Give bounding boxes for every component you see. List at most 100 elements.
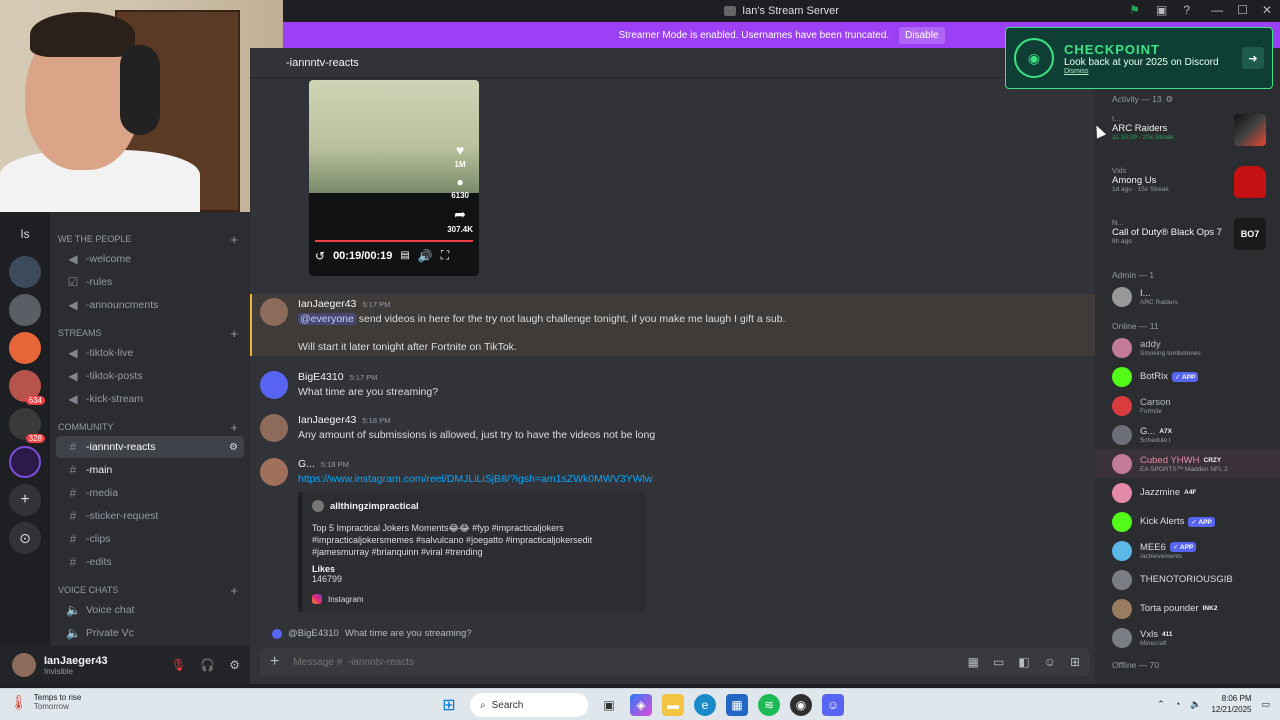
gear-icon[interactable]: ⚙: [1166, 94, 1174, 105]
edge-icon[interactable]: e: [694, 694, 716, 716]
sticker-icon[interactable]: ◧: [1018, 655, 1029, 669]
volume-icon[interactable]: 🔊: [418, 249, 433, 263]
help-icon[interactable]: ?: [1183, 3, 1190, 17]
headphones-icon[interactable]: 🎧: [200, 658, 215, 672]
reply-mention[interactable]: @BigE4310: [288, 628, 339, 639]
avatar[interactable]: [260, 371, 288, 399]
avatar[interactable]: [260, 298, 288, 326]
message-author[interactable]: IanJaeger43: [298, 414, 356, 426]
member-row[interactable]: I... ARC Raiders: [1095, 282, 1280, 311]
video-progress[interactable]: [315, 240, 473, 242]
message-author[interactable]: IanJaeger43: [298, 298, 356, 310]
member-row[interactable]: Vxls 411 Minecraft: [1095, 623, 1280, 652]
server-icon-2[interactable]: [9, 256, 41, 288]
message-author[interactable]: G...: [298, 458, 315, 470]
channel-tiktok-live[interactable]: ◀ -tiktok-live: [56, 342, 244, 364]
reply-preview[interactable]: @BigE4310 What time are you streaming?: [272, 628, 472, 639]
task-view-icon[interactable]: ▣: [598, 694, 620, 716]
category-community[interactable]: COMMUNITY +: [50, 418, 250, 436]
maximize-button[interactable]: ☐: [1237, 3, 1248, 17]
inbox-icon[interactable]: ▣: [1156, 3, 1167, 17]
server-icon-3[interactable]: [9, 294, 41, 326]
chevron-up-icon[interactable]: ⌃: [1157, 699, 1165, 710]
channel-announcments[interactable]: ◀ -announcments: [56, 294, 244, 316]
discord-taskbar-icon[interactable]: ☺: [822, 694, 844, 716]
copilot-icon[interactable]: ◈: [630, 694, 652, 716]
member-row[interactable]: G... A7X Schedule I: [1095, 420, 1280, 449]
member-row[interactable]: Torta pounder INK2: [1095, 594, 1280, 623]
category-streams[interactable]: STREAMS +: [50, 324, 250, 342]
apps-icon[interactable]: ⊞: [1070, 655, 1080, 669]
add-channel-icon[interactable]: +: [230, 583, 238, 598]
emoji-icon[interactable]: ☺: [1044, 655, 1056, 669]
category-voice-chats[interactable]: VOICE CHATS +: [50, 581, 250, 599]
wifi-icon[interactable]: ◔: [1175, 699, 1180, 709]
fullscreen-icon[interactable]: ⛶: [441, 248, 449, 263]
username[interactable]: IanJaeger43: [44, 655, 108, 667]
channel-tiktok-posts[interactable]: ◀ -tiktok-posts: [56, 365, 244, 387]
server-icon-4[interactable]: [9, 332, 41, 364]
add-channel-icon[interactable]: +: [230, 232, 238, 247]
member-row[interactable]: Kick Alerts ✓ APP: [1095, 507, 1280, 536]
obs-icon[interactable]: ◉: [790, 694, 812, 716]
gift-icon[interactable]: ▦: [968, 655, 979, 669]
member-row[interactable]: Jazzmine A4F: [1095, 478, 1280, 507]
everyone-mention[interactable]: @everyone: [298, 313, 356, 325]
member-row[interactable]: BotRix ✓ APP: [1095, 362, 1280, 391]
server-icon-7[interactable]: [9, 446, 41, 478]
member-row[interactable]: MEE6 ✓ APP/achievements: [1095, 536, 1280, 565]
avatar[interactable]: [12, 653, 36, 677]
start-icon[interactable]: ⊞: [438, 694, 460, 716]
channel-private-vc[interactable]: 🔈 Private Vc: [56, 622, 244, 644]
gif-icon[interactable]: ▭: [993, 655, 1004, 669]
channel-media[interactable]: # -media: [56, 482, 244, 504]
server-is[interactable]: Is: [9, 218, 41, 250]
channel-iannntv-reacts[interactable]: # -iannntv-reacts ⚙: [56, 436, 244, 458]
discover-icon[interactable]: ⊙: [9, 522, 41, 554]
member-row[interactable]: Cubed YHWH CRZY EA SPORTS™ Madden NFL 2: [1095, 449, 1280, 478]
file-explorer-icon[interactable]: ▬: [662, 694, 684, 716]
captions-icon[interactable]: ▤: [400, 250, 409, 261]
server-icon-5[interactable]: 634: [9, 370, 45, 405]
member-row[interactable]: Carson Fortnite: [1095, 391, 1280, 420]
add-channel-icon[interactable]: +: [230, 326, 238, 341]
notifications-icon[interactable]: ▭: [1261, 699, 1270, 710]
add-server-button[interactable]: +: [9, 484, 41, 516]
member-row[interactable]: THENOTORIOUSGIB: [1095, 565, 1280, 594]
embed-author[interactable]: allthingzimpractical: [330, 501, 419, 512]
disable-streamer-mode-button[interactable]: Disable: [899, 26, 945, 44]
channel-edits[interactable]: # -edits: [56, 551, 244, 573]
volume-icon[interactable]: 🔈: [1190, 699, 1201, 710]
server-icon-6[interactable]: 328: [9, 408, 45, 443]
add-channel-icon[interactable]: +: [230, 420, 238, 435]
activity-card[interactable]: I... ARC Raiders 11:10:29 · 20x Streak: [1095, 112, 1280, 164]
channel-voice-chat[interactable]: 🔈 Voice chat: [56, 599, 244, 621]
avatar[interactable]: [260, 414, 288, 442]
download-icon[interactable]: ⚑: [1129, 3, 1140, 17]
instagram-link[interactable]: https://www.instagram.com/reel/DMJLiLiSj…: [298, 473, 652, 485]
store-icon[interactable]: ▦: [726, 694, 748, 716]
minimize-button[interactable]: —: [1211, 3, 1223, 17]
checkpoint-popup[interactable]: ◉ CHECKPOINT Look back at your 2025 on D…: [1005, 27, 1273, 89]
channel-welcome[interactable]: ◀ -welcome: [56, 248, 244, 270]
channel-sticker-request[interactable]: # -sticker-request: [56, 505, 244, 527]
search-box[interactable]: ⌕ Search: [470, 693, 588, 717]
activity-card[interactable]: Vxls Among Us 1d ago · 15x Streak: [1095, 164, 1280, 216]
close-button[interactable]: ✕: [1262, 3, 1272, 17]
video-embed[interactable]: ♥ 1M ● 6130 ➦ 307.4K ↺ 00:19/00:19 ▤ 🔊 ⛶: [309, 80, 479, 276]
avatar[interactable]: [260, 458, 288, 486]
channel-kick-stream[interactable]: ◀ -kick-stream: [56, 388, 244, 410]
gear-icon[interactable]: ⚙: [229, 658, 240, 672]
spotify-icon[interactable]: ≋: [758, 694, 780, 716]
arrow-right-icon[interactable]: ➜: [1242, 47, 1264, 69]
activity-card[interactable]: N... Call of Duty® Black Ops 7 8h ago BO…: [1095, 216, 1280, 268]
channel-settings-icon[interactable]: ⚙: [229, 442, 238, 453]
message-input[interactable]: [293, 656, 954, 668]
member-row[interactable]: addy Smoking tombstones: [1095, 333, 1280, 362]
weather-widget[interactable]: 🌡 Temps to rise Tomorrow: [10, 693, 81, 711]
replay-icon[interactable]: ↺: [315, 249, 325, 263]
channel-clips[interactable]: # -clips: [56, 528, 244, 550]
add-attachment-icon[interactable]: +: [270, 653, 279, 671]
channel-rules[interactable]: ☑ -rules: [56, 271, 244, 293]
message-author[interactable]: BigE4310: [298, 371, 344, 383]
